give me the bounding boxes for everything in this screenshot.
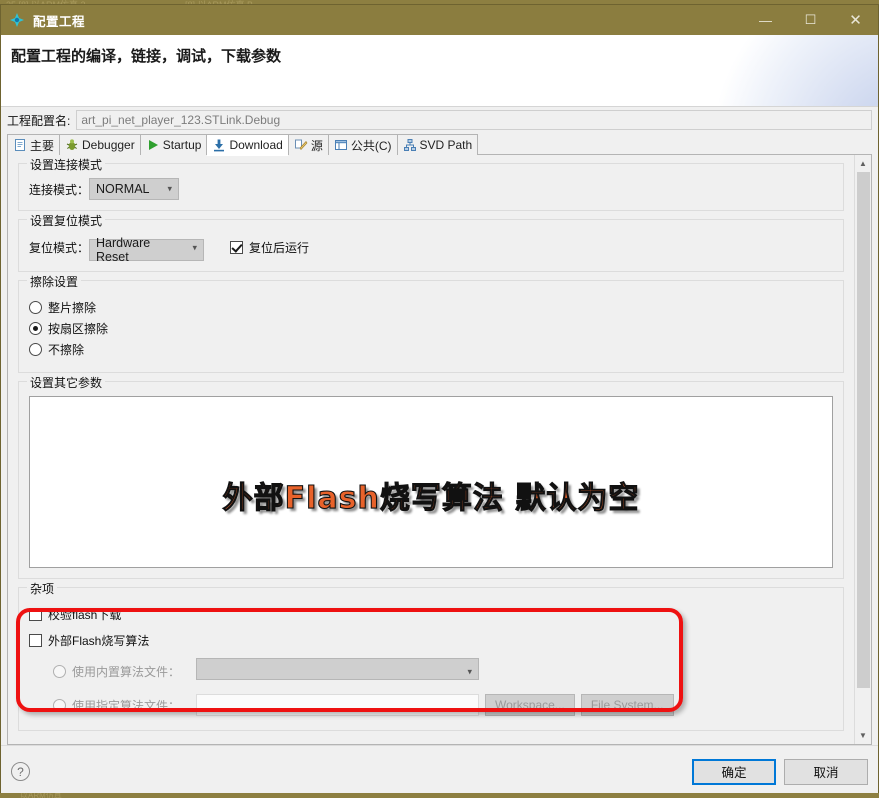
- tab-download-label: Download: [229, 138, 283, 152]
- misc-group: 杂项 校验flash下载 外部Flash烧写算法 使用内置算法文件： ▾ 使用指…: [18, 580, 844, 731]
- close-button[interactable]: ✕: [833, 5, 878, 35]
- tab-main-label: 主要: [30, 138, 55, 153]
- run-after-reset-label: 复位后运行: [249, 241, 310, 255]
- tab-startup-label: Startup: [162, 138, 202, 152]
- erase-none-radio[interactable]: [29, 343, 42, 356]
- tab-source[interactable]: 源: [287, 134, 329, 155]
- annotation-text: 外部Flash烧写算法 默认为空: [222, 480, 640, 516]
- window-controls: — ☐ ✕: [743, 5, 878, 35]
- tab-debugger-label: Debugger: [82, 138, 135, 152]
- tab-startup[interactable]: Startup: [139, 134, 208, 155]
- source-icon: [294, 138, 308, 152]
- document-icon: [13, 138, 27, 152]
- erase-option-sector[interactable]: 按扇区擦除: [29, 320, 833, 337]
- erase-option-full[interactable]: 整片擦除: [29, 299, 833, 316]
- connect-mode-dropdown-wrap: NORMAL ▾: [89, 178, 180, 200]
- ext-flash-algo-option[interactable]: 外部Flash烧写算法: [29, 632, 833, 649]
- other-params-group: 设置其它参数 外部Flash烧写算法 默认为空: [18, 374, 844, 579]
- reset-mode-dropdown[interactable]: Hardware Reset: [89, 236, 205, 264]
- builtin-algo-dropdown[interactable]: [196, 658, 479, 680]
- run-after-reset-checkbox[interactable]: [230, 241, 244, 254]
- scrollbar-track[interactable]: [855, 172, 872, 727]
- tab-common[interactable]: 公共(C): [327, 134, 398, 155]
- reset-mode-label: 复位模式：: [29, 241, 90, 255]
- tree-icon: [403, 138, 417, 152]
- scroll-up-button[interactable]: ▲: [855, 155, 872, 172]
- window-title: 配置工程: [33, 14, 86, 29]
- verify-flash-checkbox[interactable]: [29, 608, 42, 621]
- ok-button[interactable]: 确定: [692, 758, 776, 785]
- connect-mode-legend: 设置连接模式: [27, 156, 106, 173]
- specified-algo-row: 使用指定算法文件： Workspace... File System...: [53, 694, 833, 716]
- tab-svd-path-label: SVD Path: [419, 138, 473, 152]
- builtin-algo-dropdown-wrap: ▾: [196, 658, 479, 685]
- vertical-scrollbar[interactable]: ▲ ▼: [854, 155, 871, 744]
- background-window-bottom-strip: 以ARM仿真: [0, 793, 879, 798]
- connect-mode-label: 连接模式：: [29, 182, 90, 197]
- reset-mode-row: 复位模式： Hardware Reset ▾ 复位后运行: [29, 234, 833, 264]
- tab-bar: 主要 Debugger Startup Download 源 公共(C) SVD…: [1, 133, 878, 156]
- reset-mode-legend: 设置复位模式: [27, 212, 106, 229]
- builtin-algo-row: 使用内置算法文件： ▾: [53, 658, 833, 685]
- other-params-legend: 设置其它参数: [27, 374, 106, 391]
- erase-none-label: 不擦除: [48, 343, 85, 357]
- misc-legend: 杂项: [27, 580, 58, 597]
- download-settings-content: 设置连接模式 连接模式： NORMAL ▾ 设置复位模式 复位模式： Hardw…: [8, 155, 854, 744]
- title-bar: 配置工程 — ☐ ✕: [1, 5, 878, 35]
- common-icon: [334, 138, 348, 152]
- erase-sector-radio[interactable]: [29, 322, 42, 335]
- specified-algo-label: 使用指定算法文件：: [72, 698, 181, 713]
- erase-settings-legend: 擦除设置: [27, 273, 82, 290]
- tab-common-label: 公共(C): [350, 138, 392, 153]
- maximize-button[interactable]: ☐: [788, 5, 833, 35]
- builtin-algo-radio[interactable]: [53, 665, 66, 678]
- reset-mode-dropdown-wrap: Hardware Reset ▾: [89, 234, 205, 264]
- config-name-label: 工程配置名:: [7, 113, 71, 128]
- download-tab-panel: 设置连接模式 连接模式： NORMAL ▾ 设置复位模式 复位模式： Hardw…: [7, 155, 872, 745]
- connect-mode-group: 设置连接模式 连接模式： NORMAL ▾: [18, 156, 844, 211]
- erase-settings-group: 擦除设置 整片擦除 按扇区擦除 不擦除: [18, 273, 844, 373]
- file-system-button[interactable]: File System...: [580, 694, 674, 716]
- run-after-reset-option[interactable]: 复位后运行: [230, 239, 309, 256]
- background-window-bottom-label: 以ARM仿真: [20, 793, 62, 798]
- ext-flash-algo-checkbox[interactable]: [29, 634, 42, 647]
- tab-debugger[interactable]: Debugger: [59, 134, 141, 155]
- workspace-button[interactable]: Workspace...: [485, 694, 575, 716]
- builtin-algo-label: 使用内置算法文件：: [72, 665, 181, 679]
- footer-buttons: 确定 取消: [692, 758, 868, 785]
- tab-download[interactable]: Download: [206, 134, 289, 156]
- other-params-textarea[interactable]: 外部Flash烧写算法 默认为空: [29, 396, 833, 568]
- scroll-down-button[interactable]: ▼: [855, 727, 872, 744]
- erase-full-radio[interactable]: [29, 301, 42, 314]
- cancel-button[interactable]: 取消: [784, 758, 868, 785]
- connect-mode-row: 连接模式： NORMAL ▾: [29, 178, 833, 200]
- connect-mode-dropdown[interactable]: NORMAL: [89, 178, 180, 200]
- tab-source-label: 源: [310, 138, 323, 153]
- play-icon: [146, 138, 160, 152]
- bug-icon: [65, 138, 79, 152]
- header-title: 配置工程的编译，链接，调试，下载参数: [11, 48, 282, 65]
- ext-flash-algo-label: 外部Flash烧写算法: [48, 634, 150, 648]
- erase-sector-label: 按扇区擦除: [48, 322, 109, 336]
- config-name-input[interactable]: art_pi_net_player_123.STLink.Debug: [76, 110, 872, 130]
- config-name-row: 工程配置名: art_pi_net_player_123.STLink.Debu…: [1, 107, 878, 133]
- verify-flash-option[interactable]: 校验flash下载: [29, 606, 833, 623]
- verify-flash-label: 校验flash下载: [48, 608, 122, 622]
- download-icon: [212, 138, 226, 152]
- art-pi-icon: [9, 12, 25, 28]
- header-decoration: [718, 35, 878, 106]
- dialog-footer: ? 确定 取消: [1, 745, 878, 797]
- tab-main[interactable]: 主要: [7, 134, 61, 155]
- minimize-button[interactable]: —: [743, 5, 788, 35]
- specified-algo-input[interactable]: [196, 694, 479, 716]
- configure-project-dialog: 配置工程 — ☐ ✕ 配置工程的编译，链接，调试，下载参数 工程配置名: art…: [0, 4, 879, 798]
- scrollbar-thumb[interactable]: [856, 172, 870, 688]
- help-icon[interactable]: ?: [11, 762, 30, 781]
- reset-mode-group: 设置复位模式 复位模式： Hardware Reset ▾ 复位后运行: [18, 212, 844, 272]
- dialog-header: 配置工程的编译，链接，调试，下载参数: [1, 35, 878, 107]
- tab-svd-path[interactable]: SVD Path: [396, 134, 479, 155]
- specified-algo-radio[interactable]: [53, 698, 66, 712]
- erase-option-none[interactable]: 不擦除: [29, 341, 833, 358]
- erase-full-label: 整片擦除: [48, 301, 97, 315]
